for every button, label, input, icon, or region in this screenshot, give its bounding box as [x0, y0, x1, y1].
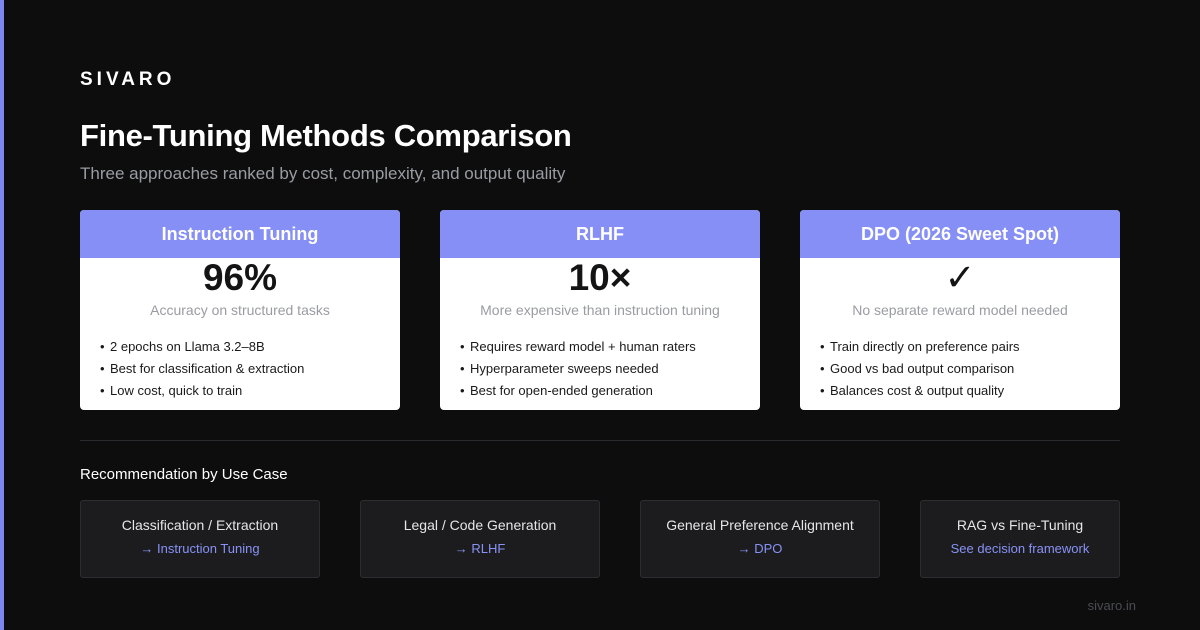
decision-framework-link[interactable]: See decision framework — [921, 540, 1119, 558]
recommendation-label: Legal / Code Generation — [403, 517, 557, 533]
card-stat: 96% — [202, 257, 278, 298]
card-header: RLHF — [440, 210, 760, 258]
recommendation-label: RAG vs Fine-Tuning — [956, 517, 1084, 533]
recommendation-value: → RLHF — [454, 541, 506, 556]
bullet-item: • Requires reward model + human raters — [460, 336, 760, 358]
bullet-icon: • — [820, 339, 825, 354]
page-subtitle: Three approaches ranked by cost, complex… — [80, 164, 566, 183]
bullet-item: • 2 epochs on Llama 3.2–8B — [100, 336, 400, 358]
card-stat: 10× — [568, 257, 632, 298]
bullet-icon: • — [460, 361, 465, 376]
card-stat-label: Accuracy on structured tasks — [150, 302, 330, 318]
card-stat-label: More expensive than instruction tuning — [480, 302, 720, 318]
card-bullet-list: • Train directly on preference pairs • Goo… — [800, 336, 1120, 402]
card-bullet-list: • Requires reward model + human raters • H… — [440, 336, 760, 402]
recommendation-value: → Instruction Tuning — [140, 541, 260, 556]
bullet-item: • Best for open-ended generation — [460, 380, 760, 402]
recommendation-heading: Recommendation by Use Case — [80, 466, 288, 483]
section-divider — [80, 440, 1120, 441]
accent-bar — [0, 0, 4, 630]
bullet-icon: • — [100, 383, 105, 398]
recommendation-box-legal-code: Legal / Code Generation → RLHF — [360, 500, 600, 578]
bullet-icon: • — [820, 383, 825, 398]
bullet-text: Hyperparameter sweeps needed — [470, 361, 659, 376]
recommendation-box-preference-alignment: General Preference Alignment → DPO — [640, 500, 880, 578]
method-card-instruction-tuning: Instruction Tuning 96% Accuracy on struc… — [80, 210, 400, 410]
brand-logo: SIVARO — [80, 69, 176, 90]
footer-url: sivaro.in — [1087, 598, 1136, 613]
recommendation-label: Classification / Extraction — [121, 517, 279, 533]
card-header: DPO (2026 Sweet Spot) — [800, 210, 1120, 258]
recommendation-box-classification: Classification / Extraction → Instructio… — [80, 500, 320, 578]
card-stat-label: No separate reward model needed — [852, 302, 1068, 318]
bullet-item: • Good vs bad output comparison — [820, 358, 1120, 380]
card-bullet-list: • 2 epochs on Llama 3.2–8B • Best for clas… — [80, 336, 400, 402]
bullet-text: Requires reward model + human raters — [470, 339, 696, 354]
bullet-icon: • — [820, 361, 825, 376]
method-card-rlhf: RLHF 10× More expensive than instruction… — [440, 210, 760, 410]
page-title: Fine-Tuning Methods Comparison — [80, 118, 572, 153]
bullet-item: • Low cost, quick to train — [100, 380, 400, 402]
bullet-text: Balances cost & output quality — [830, 383, 1005, 398]
bullet-text: Best for classification & extraction — [110, 361, 305, 376]
card-header: Instruction Tuning — [80, 210, 400, 258]
recommendation-label: General Preference Alignment — [666, 517, 854, 533]
bullet-item: • Train directly on preference pairs — [820, 336, 1120, 358]
recommendation-box-rag[interactable]: RAG vs Fine-Tuning See decision framewor… — [920, 500, 1120, 578]
bullet-text: Good vs bad output comparison — [830, 361, 1015, 376]
bullet-item: • Hyperparameter sweeps needed — [460, 358, 760, 380]
checkmark-icon: ✓ — [944, 257, 976, 298]
bullet-text: Train directly on preference pairs — [830, 339, 1020, 354]
bullet-icon: • — [100, 361, 105, 376]
bullet-text: 2 epochs on Llama 3.2–8B — [110, 339, 265, 354]
bullet-text: Low cost, quick to train — [110, 383, 243, 398]
bullet-item: • Balances cost & output quality — [820, 380, 1120, 402]
recommendation-value: → DPO — [737, 541, 783, 556]
bullet-icon: • — [460, 383, 465, 398]
bullet-item: • Best for classification & extraction — [100, 358, 400, 380]
bullet-text: Best for open-ended generation — [470, 383, 653, 398]
bullet-icon: • — [460, 339, 465, 354]
method-card-dpo: DPO (2026 Sweet Spot) ✓ No separate rewa… — [800, 210, 1120, 410]
bullet-icon: • — [100, 339, 105, 354]
